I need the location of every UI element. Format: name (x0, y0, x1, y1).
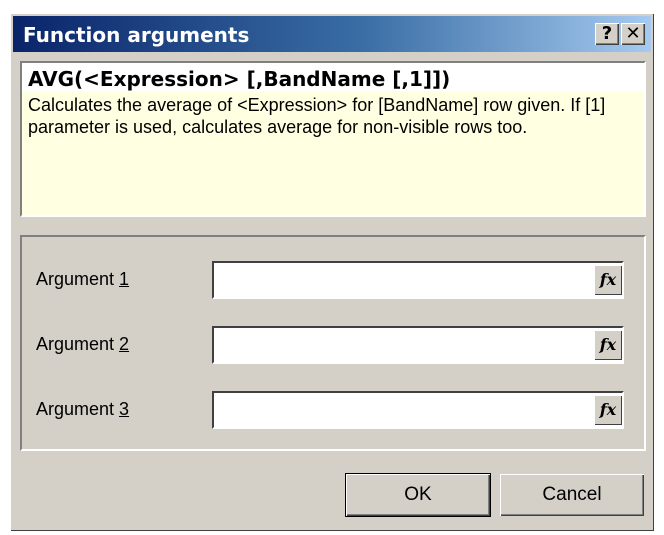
argument-2-input[interactable] (212, 326, 624, 364)
argument-1-label: Argument 1 (36, 269, 130, 289)
title-bar[interactable]: Function arguments ? ✕ (13, 16, 651, 52)
dialog-title: Function arguments (23, 23, 250, 47)
argument-row-1: Argument 1 fx (22, 261, 644, 301)
close-button[interactable]: ✕ (621, 23, 645, 45)
argument-2-label: Argument 2 (36, 334, 130, 354)
ok-button[interactable]: OK (345, 473, 491, 517)
argument-row-3: Argument 3 fx (22, 391, 644, 431)
help-button[interactable]: ? (595, 23, 619, 45)
function-description-text: Calculates the average of <Expression> f… (28, 95, 606, 137)
argument-3-label: Argument 3 (36, 399, 130, 419)
argument-2-fx-button[interactable]: fx (594, 330, 622, 360)
cancel-button[interactable]: Cancel (500, 474, 644, 516)
argument-1-input[interactable] (212, 261, 624, 299)
arguments-group: Argument 1 fx Argument 2 fx Argument 3 f… (20, 235, 646, 451)
argument-1-fx-button[interactable]: fx (594, 265, 622, 295)
argument-row-2: Argument 2 fx (22, 326, 644, 366)
function-signature: AVG(<Expression> [,BandName [,1]]) (22, 63, 644, 91)
function-arguments-dialog: Function arguments ? ✕ AVG(<Expression> … (10, 13, 654, 531)
argument-3-input[interactable] (212, 391, 624, 429)
argument-3-fx-button[interactable]: fx (594, 395, 622, 425)
function-description-panel: AVG(<Expression> [,BandName [,1]]) Calcu… (20, 61, 646, 217)
